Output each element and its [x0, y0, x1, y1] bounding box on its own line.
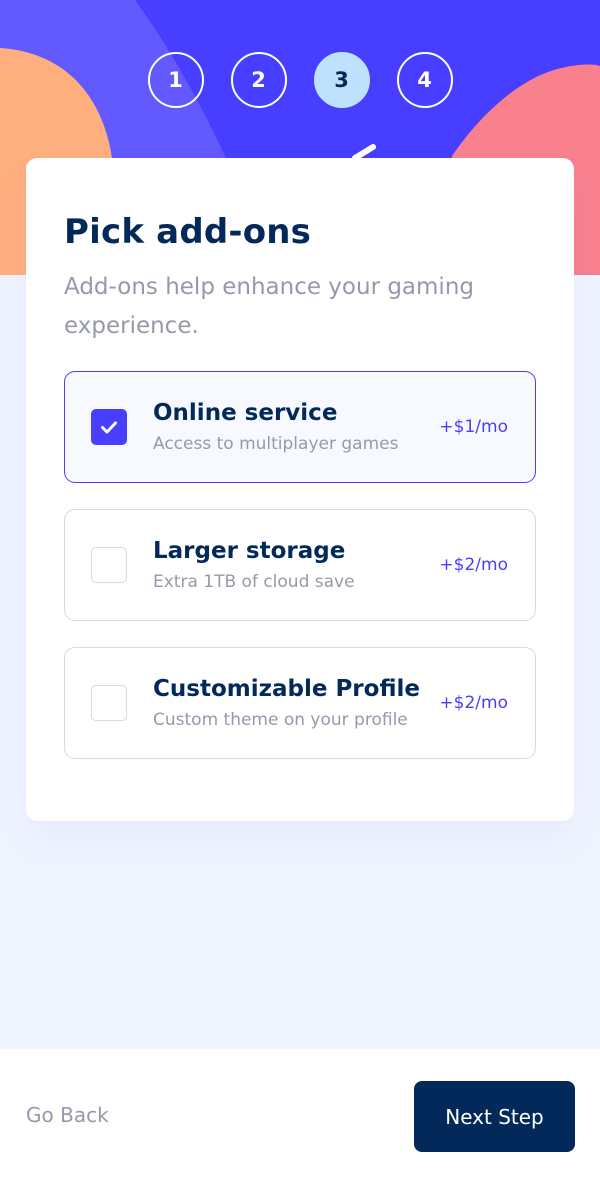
addon-price: +$1/mo [439, 417, 508, 437]
addon-online-service[interactable]: Online service Access to multiplayer gam… [64, 371, 536, 483]
addon-name: Customizable Profile [153, 675, 420, 702]
addon-description: Extra 1TB of cloud save [153, 571, 355, 592]
addon-checkbox[interactable] [91, 409, 127, 445]
addon-text: Online service Access to multiplayer gam… [153, 398, 431, 457]
addon-customizable-profile[interactable]: Customizable Profile Custom theme on you… [64, 647, 536, 759]
addon-checkbox[interactable] [91, 547, 127, 583]
step-3[interactable]: 3 [313, 52, 370, 108]
go-back-link[interactable]: Go Back [26, 1103, 109, 1127]
footer-bar: Go Back Next Step [0, 1049, 600, 1184]
page-subtitle: Add-ons help enhance your gaming experie… [64, 274, 475, 339]
addon-text: Customizable Profile Custom theme on you… [153, 674, 431, 733]
step-4[interactable]: 4 [396, 52, 453, 108]
addon-text: Larger storage Extra 1TB of cloud save [153, 536, 431, 595]
addon-larger-storage[interactable]: Larger storage Extra 1TB of cloud save +… [64, 509, 536, 621]
step-indicator: 1 2 3 4 [0, 52, 600, 108]
addon-name: Larger storage [153, 537, 346, 564]
checkmark-icon [101, 421, 117, 433]
step-1[interactable]: 1 [147, 52, 204, 108]
addon-price: +$2/mo [439, 555, 508, 575]
addon-checkbox[interactable] [91, 685, 127, 721]
step-2[interactable]: 2 [230, 52, 287, 108]
addon-price: +$2/mo [439, 693, 508, 713]
addon-list: Online service Access to multiplayer gam… [64, 371, 536, 759]
next-step-button[interactable]: Next Step [414, 1081, 575, 1152]
addon-description: Access to multiplayer games [153, 433, 399, 454]
addon-name: Online service [153, 399, 338, 426]
form-card: Pick add-ons Add-ons help enhance your g… [26, 158, 574, 821]
page-title: Pick add-ons [64, 212, 312, 252]
addon-description: Custom theme on your profile [153, 709, 408, 730]
